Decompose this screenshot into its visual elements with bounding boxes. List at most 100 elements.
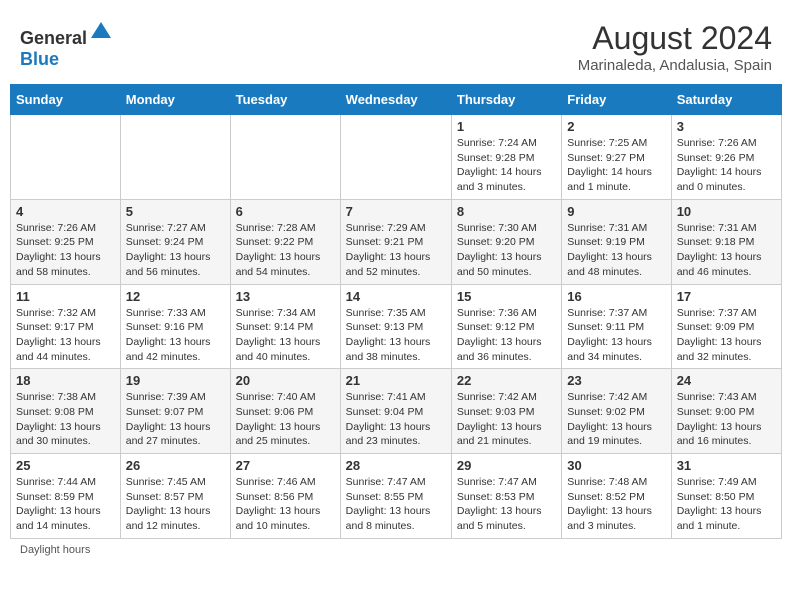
day-cell: 17 Sunrise: 7:37 AM Sunset: 9:09 PM Dayli… [671,284,781,369]
day-number: 29 [457,458,556,473]
day-cell: 30 Sunrise: 7:48 AM Sunset: 8:52 PM Dayli… [562,454,671,539]
footer-note: Daylight hours [10,539,782,561]
day-cell: 11 Sunrise: 7:32 AM Sunset: 9:17 PM Dayli… [11,284,121,369]
day-number: 21 [346,373,446,388]
day-cell: 10 Sunrise: 7:31 AM Sunset: 9:18 PM Dayli… [671,199,781,284]
col-header-thursday: Thursday [451,85,561,115]
week-row-0: 1Sunrise: 7:24 AM Sunset: 9:28 PM Daylig… [11,115,782,200]
day-info: Sunrise: 7:40 AM Sunset: 9:06 PM Dayligh… [236,390,335,449]
col-header-tuesday: Tuesday [230,85,340,115]
day-cell: 20 Sunrise: 7:40 AM Sunset: 9:06 PM Dayli… [230,369,340,454]
header: General Blue August 2024 Marinaleda, And… [10,10,782,79]
week-row-3: 18 Sunrise: 7:38 AM Sunset: 9:08 PM Dayli… [11,369,782,454]
day-info: Sunrise: 7:38 AM Sunset: 9:08 PM Dayligh… [16,390,115,449]
week-row-4: 25 Sunrise: 7:44 AM Sunset: 8:59 PM Dayli… [11,454,782,539]
day-info: Sunrise: 7:46 AM Sunset: 8:56 PM Dayligh… [236,475,335,534]
day-number: 19 [126,373,225,388]
day-cell: 7 Sunrise: 7:29 AM Sunset: 9:21 PM Daylig… [340,199,451,284]
day-number: 25 [16,458,115,473]
day-number: 6 [236,204,335,219]
day-number: 17 [677,289,776,304]
day-info: Sunrise: 7:37 AM Sunset: 9:09 PM Dayligh… [677,306,776,365]
day-number: 14 [346,289,446,304]
day-cell: 3 Sunrise: 7:26 AM Sunset: 9:26 PM Daylig… [671,115,781,200]
col-header-wednesday: Wednesday [340,85,451,115]
month-year: August 2024 [578,20,772,57]
day-cell: 12Sunrise: 7:33 AM Sunset: 9:16 PM Dayli… [120,284,230,369]
col-header-monday: Monday [120,85,230,115]
day-info: Sunrise: 7:29 AM Sunset: 9:21 PM Dayligh… [346,221,446,280]
col-header-friday: Friday [562,85,671,115]
day-number: 22 [457,373,556,388]
day-cell: 31 Sunrise: 7:49 AM Sunset: 8:50 PM Dayli… [671,454,781,539]
day-cell [340,115,451,200]
day-number: 28 [346,458,446,473]
day-number: 2 [567,119,665,134]
day-info: Sunrise: 7:43 AM Sunset: 9:00 PM Dayligh… [677,390,776,449]
day-info: Sunrise: 7:26 AM Sunset: 9:26 PM Dayligh… [677,136,776,195]
calendar-table: SundayMondayTuesdayWednesdayThursdayFrid… [10,84,782,539]
col-header-saturday: Saturday [671,85,781,115]
day-info: Sunrise: 7:42 AM Sunset: 9:02 PM Dayligh… [567,390,665,449]
day-number: 31 [677,458,776,473]
logo-general: General [20,28,87,48]
logo-icon [89,20,113,44]
day-number: 13 [236,289,335,304]
day-cell: 14 Sunrise: 7:35 AM Sunset: 9:13 PM Dayli… [340,284,451,369]
day-cell: 2 Sunrise: 7:25 AM Sunset: 9:27 PM Daylig… [562,115,671,200]
day-cell: 5 Sunrise: 7:27 AM Sunset: 9:24 PM Daylig… [120,199,230,284]
day-info: Sunrise: 7:25 AM Sunset: 9:27 PM Dayligh… [567,136,665,195]
day-cell: 4Sunrise: 7:26 AM Sunset: 9:25 PM Daylig… [11,199,121,284]
day-info: Sunrise: 7:31 AM Sunset: 9:18 PM Dayligh… [677,221,776,280]
day-info: Sunrise: 7:47 AM Sunset: 8:53 PM Dayligh… [457,475,556,534]
title-area: August 2024 Marinaleda, Andalusia, Spain [578,20,772,74]
day-number: 27 [236,458,335,473]
day-info: Sunrise: 7:44 AM Sunset: 8:59 PM Dayligh… [16,475,115,534]
day-number: 12 [126,289,225,304]
week-row-1: 4Sunrise: 7:26 AM Sunset: 9:25 PM Daylig… [11,199,782,284]
day-cell: 19 Sunrise: 7:39 AM Sunset: 9:07 PM Dayli… [120,369,230,454]
day-info: Sunrise: 7:39 AM Sunset: 9:07 PM Dayligh… [126,390,225,449]
day-number: 10 [677,204,776,219]
day-cell: 28Sunrise: 7:47 AM Sunset: 8:55 PM Dayli… [340,454,451,539]
day-info: Sunrise: 7:24 AM Sunset: 9:28 PM Dayligh… [457,136,556,195]
day-number: 30 [567,458,665,473]
day-number: 7 [346,204,446,219]
day-cell: 24Sunrise: 7:43 AM Sunset: 9:00 PM Dayli… [671,369,781,454]
col-header-sunday: Sunday [11,85,121,115]
location: Marinaleda, Andalusia, Spain [578,57,772,74]
day-number: 5 [126,204,225,219]
day-number: 16 [567,289,665,304]
day-cell: 23Sunrise: 7:42 AM Sunset: 9:02 PM Dayli… [562,369,671,454]
logo-blue: Blue [20,49,59,69]
day-cell: 26Sunrise: 7:45 AM Sunset: 8:57 PM Dayli… [120,454,230,539]
day-info: Sunrise: 7:36 AM Sunset: 9:12 PM Dayligh… [457,306,556,365]
day-info: Sunrise: 7:32 AM Sunset: 9:17 PM Dayligh… [16,306,115,365]
day-number: 11 [16,289,115,304]
day-cell: 22 Sunrise: 7:42 AM Sunset: 9:03 PM Dayli… [451,369,561,454]
day-info: Sunrise: 7:34 AM Sunset: 9:14 PM Dayligh… [236,306,335,365]
day-number: 26 [126,458,225,473]
day-info: Sunrise: 7:35 AM Sunset: 9:13 PM Dayligh… [346,306,446,365]
day-number: 3 [677,119,776,134]
day-info: Sunrise: 7:37 AM Sunset: 9:11 PM Dayligh… [567,306,665,365]
day-number: 15 [457,289,556,304]
day-number: 18 [16,373,115,388]
day-cell: 6 Sunrise: 7:28 AM Sunset: 9:22 PM Daylig… [230,199,340,284]
day-info: Sunrise: 7:48 AM Sunset: 8:52 PM Dayligh… [567,475,665,534]
week-row-2: 11 Sunrise: 7:32 AM Sunset: 9:17 PM Dayli… [11,284,782,369]
day-info: Sunrise: 7:49 AM Sunset: 8:50 PM Dayligh… [677,475,776,534]
day-cell [230,115,340,200]
day-cell: 16 Sunrise: 7:37 AM Sunset: 9:11 PM Dayli… [562,284,671,369]
day-cell: 21Sunrise: 7:41 AM Sunset: 9:04 PM Dayli… [340,369,451,454]
day-info: Sunrise: 7:31 AM Sunset: 9:19 PM Dayligh… [567,221,665,280]
daylight-label: Daylight hours [20,544,90,556]
day-cell: 18 Sunrise: 7:38 AM Sunset: 9:08 PM Dayli… [11,369,121,454]
day-number: 20 [236,373,335,388]
day-info: Sunrise: 7:42 AM Sunset: 9:03 PM Dayligh… [457,390,556,449]
day-cell: 8Sunrise: 7:30 AM Sunset: 9:20 PM Daylig… [451,199,561,284]
day-info: Sunrise: 7:27 AM Sunset: 9:24 PM Dayligh… [126,221,225,280]
day-cell: 27 Sunrise: 7:46 AM Sunset: 8:56 PM Dayli… [230,454,340,539]
day-cell: 15 Sunrise: 7:36 AM Sunset: 9:12 PM Dayli… [451,284,561,369]
day-info: Sunrise: 7:28 AM Sunset: 9:22 PM Dayligh… [236,221,335,280]
